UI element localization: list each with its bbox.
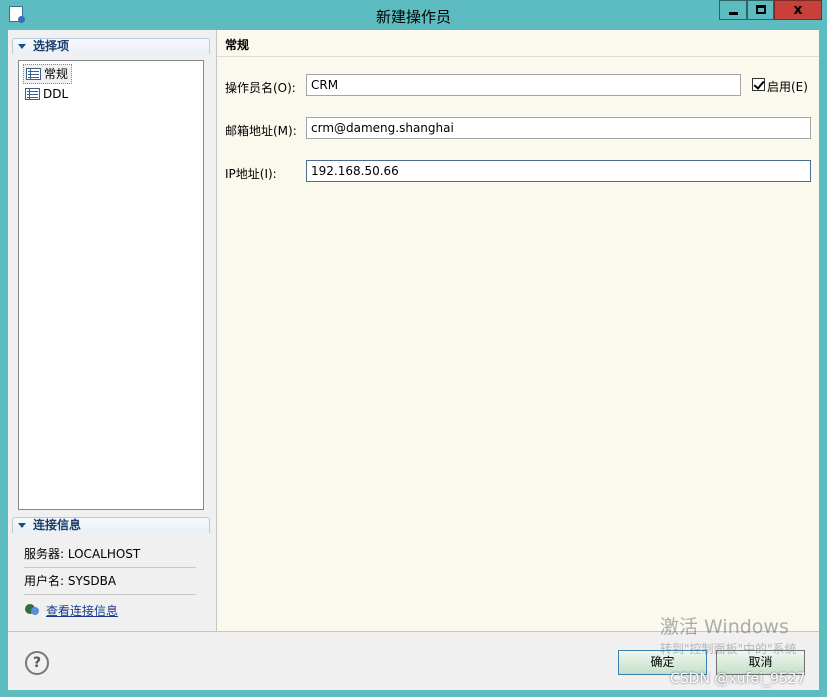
divider	[24, 567, 196, 568]
ip-input[interactable]: 192.168.50.66	[306, 160, 811, 182]
enabled-checkbox[interactable]	[752, 78, 765, 91]
minimize-button[interactable]	[719, 0, 747, 20]
ip-label: IP地址(I):	[225, 167, 277, 181]
credit-watermark: CSDN @xufei_9527	[670, 671, 806, 687]
user-info: 用户名: SYSDBA	[24, 574, 117, 588]
maximize-icon	[756, 5, 766, 14]
close-button[interactable]: x	[774, 0, 822, 20]
maximize-button[interactable]	[747, 0, 774, 20]
operator-name-label: 操作员名(O):	[225, 81, 296, 95]
table-icon	[26, 68, 41, 80]
collapse-icon	[18, 44, 26, 49]
activation-hint: 转到"控制面板"中的"系统	[660, 642, 797, 656]
options-section-header[interactable]: 选择项	[12, 38, 210, 54]
page-title-bar: 常规	[217, 30, 819, 57]
tree-item-label: DDL	[43, 87, 69, 101]
close-icon: x	[793, 2, 803, 18]
server-info: 服务器: LOCALHOST	[24, 547, 141, 561]
options-tree: 常规 DDL	[18, 60, 204, 510]
left-pane: 选择项 常规 DDL 连接信息 服务器: LOCALHOST 用户名: SYSD…	[8, 30, 217, 631]
email-input[interactable]: crm@dameng.shanghai	[306, 117, 811, 139]
connection-section-header[interactable]: 连接信息	[12, 517, 210, 533]
minimize-icon	[729, 12, 738, 15]
options-header-label: 选择项	[33, 39, 70, 53]
tree-item-general[interactable]: 常规	[23, 64, 73, 84]
email-label: 邮箱地址(M):	[225, 124, 297, 138]
divider	[24, 594, 196, 595]
right-pane: 常规 操作员名(O): CRM 启用(E) 邮箱地址(M): crm@damen…	[217, 30, 819, 631]
view-connection-info-link[interactable]: 查看连接信息	[46, 602, 118, 619]
help-icon[interactable]: ?	[25, 651, 49, 675]
collapse-icon	[18, 523, 26, 528]
operator-name-input[interactable]: CRM	[306, 74, 741, 96]
activation-watermark: 激活 Windows	[660, 616, 789, 638]
enabled-label[interactable]: 启用(E)	[767, 78, 808, 95]
connection-header-label: 连接信息	[33, 518, 82, 532]
page-title: 常规	[225, 38, 250, 52]
table-icon	[25, 88, 40, 100]
dialog-client: 选择项 常规 DDL 连接信息 服务器: LOCALHOST 用户名: SYSD…	[8, 30, 819, 690]
connection-info-icon	[24, 601, 40, 617]
tree-item-label: 常规	[44, 67, 69, 81]
form-area: 操作员名(O): CRM 启用(E) 邮箱地址(M): crm@dameng.s…	[217, 57, 819, 631]
title-bar: 新建操作员 x	[0, 0, 827, 30]
window-title: 新建操作员	[375, 8, 451, 26]
tree-item-ddl[interactable]: DDL	[23, 85, 71, 103]
